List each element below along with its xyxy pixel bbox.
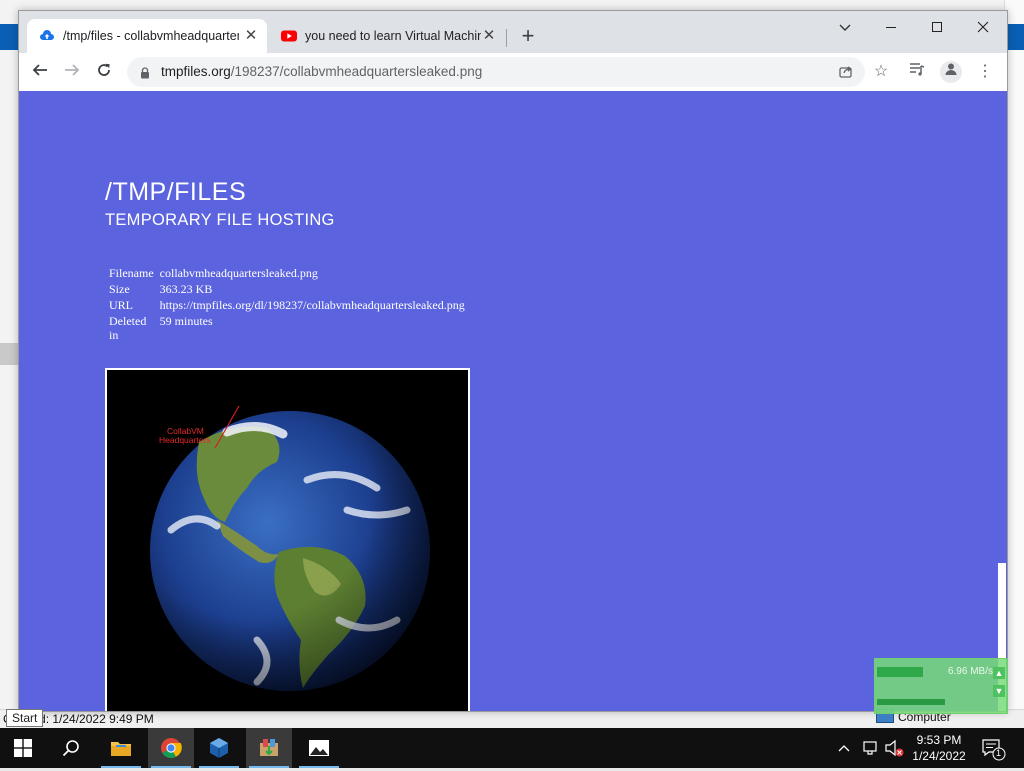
info-key: URL: [109, 298, 133, 312]
windows-logo-icon: [14, 739, 32, 757]
start-button[interactable]: [0, 728, 46, 768]
info-key: Deleted in: [109, 314, 147, 342]
start-tooltip: Start: [6, 709, 44, 727]
tab-tmpfiles[interactable]: /tmp/files - collabvmheadquartersleaked.…: [27, 19, 267, 53]
background-status-bar: Created: 1/24/2022 9:49 PM: [0, 709, 1024, 729]
speed-bar: [877, 699, 945, 705]
tab-strip: /tmp/files - collabvmheadquartersleaked.…: [19, 11, 1007, 53]
minimize-button[interactable]: [868, 15, 914, 43]
close-tab-icon[interactable]: ✕: [481, 28, 497, 44]
tab-youtube[interactable]: you need to learn Virtual Machine ✕: [269, 19, 505, 53]
lock-icon[interactable]: [140, 66, 150, 84]
info-value: https://tmpfiles.org/dl/198237/collabvmh…: [159, 298, 465, 312]
site-title: /TMP/FILES: [105, 178, 247, 206]
profile-avatar-icon[interactable]: [940, 61, 962, 83]
background-toolbar-fragment: [0, 24, 20, 50]
tab-title: you need to learn Virtual Machine: [305, 29, 481, 43]
volume-muted-icon[interactable]: [884, 728, 906, 768]
close-window-button[interactable]: [960, 15, 1006, 43]
scroll-up-icon[interactable]: ▲: [993, 667, 1005, 679]
info-key: Size: [109, 282, 130, 296]
address-bar[interactable]: tmpfiles.org/198237/collabvmheadquarters…: [127, 57, 865, 87]
url-host: tmpfiles.org: [161, 64, 231, 79]
package-manager-button[interactable]: [246, 728, 292, 768]
search-icon: [62, 740, 79, 757]
network-speed-widget[interactable]: 6.96 MB/s ▲ ▼: [874, 658, 1008, 714]
browser-window: /tmp/files - collabvmheadquartersleaked.…: [18, 10, 1008, 712]
share-icon[interactable]: [838, 63, 854, 84]
search-button[interactable]: [48, 728, 94, 768]
photos-icon: [309, 740, 329, 756]
chrome-icon: [161, 738, 182, 759]
info-value: 59 minutes: [159, 314, 213, 328]
url-path: /198237/collabvmheadquartersleaked.png: [230, 64, 483, 79]
new-tab-button[interactable]: +: [516, 25, 540, 49]
site-subtitle: TEMPORARY FILE HOSTING: [105, 211, 335, 229]
table-row: URL https://tmpfiles.org/dl/198237/colla…: [107, 298, 467, 312]
network-icon[interactable]: [862, 728, 880, 768]
info-key: Filename: [109, 266, 154, 280]
clock-time: 9:53 PM: [916, 733, 962, 747]
notification-center-button[interactable]: 1: [980, 728, 1006, 768]
notification-icon: [982, 739, 1006, 761]
menu-kebab-icon[interactable]: ⋮: [974, 61, 996, 83]
table-row: Deleted in 59 minutes: [107, 314, 467, 342]
clock-date: 1/24/2022: [912, 749, 966, 763]
file-explorer-button[interactable]: [98, 728, 144, 768]
scroll-down-icon[interactable]: ▼: [993, 685, 1005, 697]
page-content: /TMP/FILES TEMPORARY FILE HOSTING Filena…: [19, 91, 997, 711]
background-selection-fragment: [0, 343, 18, 365]
back-button[interactable]: [27, 59, 53, 85]
bookmark-star-icon[interactable]: ☆: [870, 61, 892, 83]
speed-bar: [877, 667, 923, 677]
table-row: Size 363.23 KB: [107, 282, 467, 296]
annotation-line-2: Headquarters: [159, 435, 211, 445]
cloud-upload-icon: [39, 28, 55, 44]
taskbar: 9:53 PM 1/24/2022 1: [0, 728, 1024, 768]
media-queue-icon[interactable]: [906, 61, 928, 83]
photos-button[interactable]: [296, 728, 342, 768]
youtube-icon: [281, 28, 297, 44]
taskbar-clock[interactable]: 9:53 PM 1/24/2022: [906, 732, 972, 764]
info-value: 363.23 KB: [159, 282, 213, 296]
close-tab-icon[interactable]: ✕: [243, 28, 259, 44]
virtualbox-icon: [210, 738, 228, 758]
maximize-button[interactable]: [914, 15, 960, 43]
tab-title: /tmp/files - collabvmheadquartersleaked.…: [63, 29, 239, 43]
file-info-table: Filename collabvmheadquartersleaked.png …: [105, 264, 469, 344]
file-explorer-icon: [111, 742, 131, 756]
package-icon: [260, 739, 278, 756]
virtualbox-button[interactable]: [196, 728, 242, 768]
chrome-button[interactable]: [148, 728, 194, 768]
earth-image: CollabVM Headquarters: [150, 405, 430, 691]
url-text: tmpfiles.org/198237/collabvmheadquarters…: [161, 64, 482, 79]
notification-count: 1: [996, 748, 1002, 758]
image-preview[interactable]: CollabVM Headquarters: [105, 368, 470, 711]
tab-search-chevron-down-icon[interactable]: [822, 15, 868, 43]
show-hidden-icons-chevron-up-icon[interactable]: [838, 728, 854, 768]
forward-button[interactable]: [59, 59, 85, 85]
table-row: Filename collabvmheadquartersleaked.png: [107, 266, 467, 280]
browser-toolbar: tmpfiles.org/198237/collabvmheadquarters…: [19, 53, 1007, 92]
reload-button[interactable]: [91, 59, 117, 85]
tab-separator: [506, 29, 507, 47]
speed-text: 6.96 MB/s: [947, 666, 993, 677]
info-value: collabvmheadquartersleaked.png: [159, 266, 318, 280]
